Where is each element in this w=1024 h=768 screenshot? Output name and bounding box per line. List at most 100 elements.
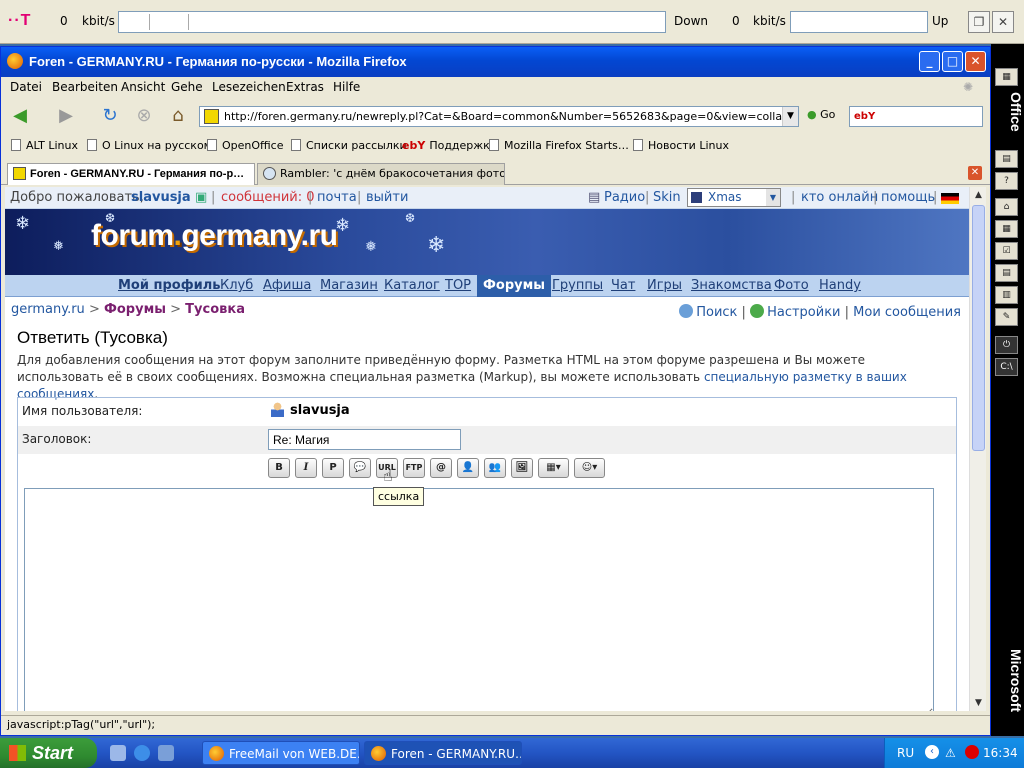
ftp-button[interactable]: FTP [403, 458, 425, 478]
power-icon[interactable]: ⏻ [995, 336, 1018, 354]
scroll-down-icon[interactable]: ▼ [970, 695, 987, 711]
reload-icon[interactable]: ↻ [97, 103, 123, 129]
nav-photo[interactable]: Фото [774, 278, 809, 293]
user-button[interactable]: 👤 [457, 458, 479, 478]
journal-icon[interactable]: ▥ [995, 286, 1018, 304]
forward-icon[interactable]: ▶ [53, 103, 79, 129]
notes-icon[interactable]: ✎ [995, 308, 1018, 326]
language-indicator[interactable]: RU [897, 746, 914, 760]
bookmark-item[interactable]: O Linux на русском [87, 139, 212, 152]
nav-catalog[interactable]: Каталог [384, 278, 440, 293]
bold-button[interactable]: B [268, 458, 290, 478]
bookmark-item[interactable]: ebY Поддержка [402, 139, 497, 152]
bookmark-item[interactable]: OpenOffice [207, 139, 284, 152]
nav-groups[interactable]: Группы [552, 278, 603, 293]
search-box[interactable]: ebY [849, 106, 983, 127]
chevron-down-icon[interactable]: ▼ [782, 107, 798, 126]
go-button[interactable]: ● Go [807, 108, 835, 121]
security-icon[interactable] [965, 745, 979, 759]
quicklaunch-icon[interactable] [158, 745, 174, 761]
bookmark-item[interactable]: ALT Linux [11, 139, 78, 152]
command-prompt-icon[interactable]: C:\ [995, 358, 1018, 376]
menu-gehe[interactable]: Gehe [171, 80, 203, 94]
menu-lesezeichen[interactable]: Lesezeichen [212, 80, 286, 94]
show-desktop-icon[interactable] [110, 745, 126, 761]
mail-link[interactable]: почта [317, 190, 357, 205]
smiley-picker-button[interactable]: ☺▾ [574, 458, 605, 478]
nav-top[interactable]: TOP [445, 278, 471, 293]
quote-button[interactable]: 💬 [349, 458, 371, 478]
tasks-icon[interactable]: ☑ [995, 242, 1018, 260]
taskbar-item-germany[interactable]: Foren - GERMANY.RU… [364, 741, 522, 765]
chevron-down-icon[interactable]: ▼ [766, 189, 780, 206]
profile-icon[interactable]: ▣ [195, 190, 207, 205]
start-button[interactable]: Start [0, 738, 97, 768]
skin-select[interactable]: Xmas ▼ [687, 188, 781, 207]
internet-explorer-icon[interactable] [134, 745, 150, 761]
nav-club[interactable]: Клуб [220, 278, 253, 293]
messages-link[interactable]: сообщений: 0 [221, 190, 315, 205]
logout-link[interactable]: выйти [366, 190, 408, 205]
tab-germany[interactable]: Foren - GERMANY.RU - Германия по-р… [7, 163, 255, 185]
vertical-scrollbar[interactable]: ▲ ▼ [969, 187, 986, 711]
scroll-up-icon[interactable]: ▲ [970, 187, 987, 203]
menu-ansicht[interactable]: Ansicht [121, 80, 165, 94]
subject-input[interactable] [268, 429, 461, 450]
search-link[interactable]: Поиск [696, 305, 737, 320]
home-icon[interactable]: ⌂ [995, 198, 1018, 216]
username-link[interactable]: slavusja [131, 190, 191, 205]
office-icon[interactable]: ▦ [995, 68, 1018, 86]
italic-button[interactable]: I [295, 458, 317, 478]
chevron-left-icon[interactable]: ‹ [925, 745, 939, 759]
maximize-button[interactable]: □ [942, 51, 963, 72]
nav-my-profile[interactable]: Мой профиль [118, 278, 220, 293]
menu-hilfe[interactable]: Hilfe [333, 80, 360, 94]
close-button[interactable]: ✕ [965, 51, 986, 72]
bookmark-item[interactable]: Новости Linux [633, 139, 729, 152]
nav-forums[interactable]: Форумы [477, 275, 551, 297]
color-picker-button[interactable]: ▦▾ [538, 458, 569, 478]
stop-icon[interactable]: ⊗ [131, 103, 157, 129]
nav-shop[interactable]: Магазин [320, 278, 378, 293]
scroll-thumb[interactable] [972, 205, 985, 451]
menu-datei[interactable]: Datei [10, 80, 42, 94]
close-tab-icon[interactable]: ✕ [968, 166, 982, 180]
online-link[interactable]: кто онлайн [801, 190, 878, 205]
taskbar-item-freemail[interactable]: FreeMail von WEB.DE… [202, 741, 360, 765]
menu-bearbeiten[interactable]: Bearbeiten [52, 80, 118, 94]
nav-handy[interactable]: Handy [819, 278, 861, 293]
contacts-icon[interactable]: ▤ [995, 264, 1018, 282]
calendar-icon[interactable]: ▦ [995, 220, 1018, 238]
help-icon[interactable]: ? [995, 172, 1018, 190]
skin-link[interactable]: Skin [653, 190, 681, 205]
bookmark-item[interactable]: Mozilla Firefox Starts… [489, 139, 629, 152]
breadcrumb-forums[interactable]: Форумы [104, 302, 166, 317]
nav-chat[interactable]: Чат [611, 278, 635, 293]
message-editor[interactable] [24, 488, 934, 711]
paragraph-button[interactable]: P [322, 458, 344, 478]
restore-icon[interactable]: ❐ [968, 11, 990, 33]
minimize-button[interactable]: _ [919, 51, 940, 72]
email-button[interactable]: @ [430, 458, 452, 478]
close-icon[interactable]: ✕ [992, 11, 1014, 33]
users-button[interactable]: 👥 [484, 458, 506, 478]
network-icon[interactable]: ⚠ [945, 746, 956, 760]
tab-rambler[interactable]: Rambler: 'с днём бракосочетания фото' (… [257, 163, 505, 185]
help-link[interactable]: помощь [881, 190, 935, 205]
nav-dating[interactable]: Знакомства [691, 278, 772, 293]
breadcrumb-site[interactable]: germany.ru [11, 302, 85, 317]
menu-extras[interactable]: Extras [286, 80, 324, 94]
my-messages-link[interactable]: Мои сообщения [853, 305, 961, 320]
bookmark-item[interactable]: Списки рассылки [291, 139, 407, 152]
home-icon[interactable]: ⌂ [165, 103, 191, 129]
german-flag-icon[interactable] [941, 193, 959, 204]
settings-link[interactable]: Настройки [767, 305, 840, 320]
nav-afisha[interactable]: Афиша [263, 278, 311, 293]
back-icon[interactable]: ◀ [7, 103, 33, 129]
nav-games[interactable]: Игры [647, 278, 682, 293]
url-bar[interactable]: http://foren.germany.ru/newreply.pl?Cat=… [199, 106, 799, 127]
radio-link[interactable]: Радио [604, 190, 645, 205]
document-icon[interactable]: ▤ [995, 150, 1018, 168]
site-logo[interactable]: forum.germany.ru [91, 219, 338, 253]
image-button[interactable]: 🖼 [511, 458, 533, 478]
